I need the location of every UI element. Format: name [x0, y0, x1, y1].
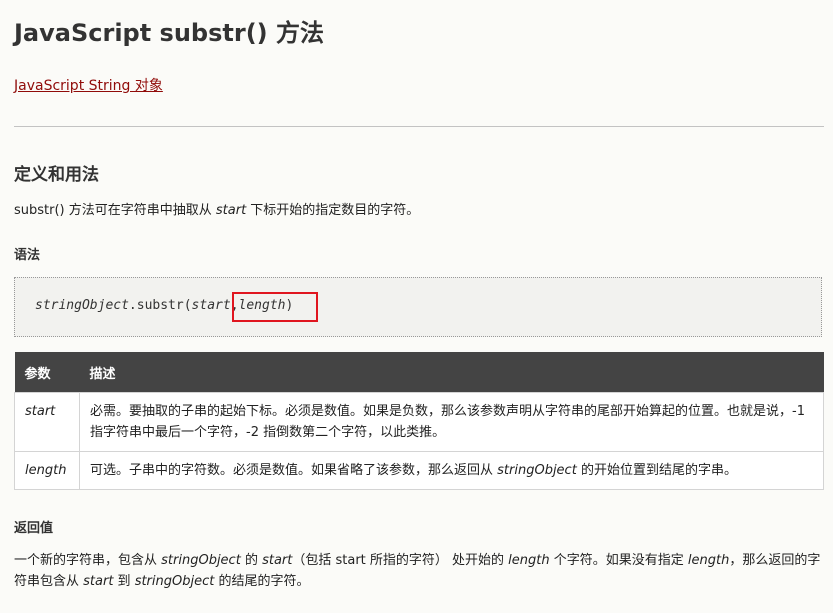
- table-row: length 可选。子串中的字符数。必须是数值。如果省略了该参数，那么返回从 s…: [14, 451, 824, 490]
- definition-heading: 定义和用法: [14, 165, 99, 185]
- ret-start: start: [262, 553, 293, 568]
- desc-part: 可选。子串中的字符数。必须是数值。如果省略了该参数，那么返回从: [90, 463, 498, 478]
- param-length-desc: 可选。子串中的字符数。必须是数值。如果省略了该参数，那么返回从 stringOb…: [79, 451, 824, 490]
- desc-part: 的开始位置到结尾的字串。: [576, 463, 737, 478]
- syntax-heading: 语法: [14, 248, 41, 263]
- param-start: start: [14, 392, 80, 452]
- code-object: stringObject: [35, 298, 129, 313]
- ret-object: stringObject: [134, 574, 215, 589]
- params-table: 参数 描述 start 必需。要抽取的子串的起始下标。必须是数值。如果是负数，那…: [14, 352, 824, 490]
- table-header-row: 参数 描述: [14, 352, 824, 393]
- ret-part: 到: [113, 574, 135, 589]
- return-heading: 返回值: [14, 521, 54, 536]
- syntax-code-box: stringObject.substr(start,length): [14, 277, 822, 337]
- ret-length: length: [687, 553, 730, 568]
- ret-object: stringObject: [161, 553, 241, 568]
- ret-start: start: [83, 574, 114, 589]
- definition-text-part: 下标开始的指定数目的字符。: [246, 203, 420, 218]
- definition-text-part: substr() 方法可在字符串中抽取从: [14, 203, 216, 218]
- page-title: JavaScript substr() 方法: [14, 19, 324, 47]
- ret-part: 的结尾的字符。: [214, 574, 310, 589]
- ret-length: length: [508, 553, 550, 568]
- header-param: 参数: [14, 352, 80, 393]
- ret-part: 一个新的字符串，包含从: [14, 553, 162, 568]
- header-desc: 描述: [79, 352, 824, 393]
- code-param-start: start: [191, 298, 231, 313]
- param-length: length: [14, 451, 80, 490]
- ret-part: 的: [240, 553, 263, 568]
- string-object-link[interactable]: JavaScript String 对象: [14, 75, 163, 95]
- desc-part-object: stringObject: [497, 463, 577, 478]
- table-row: start 必需。要抽取的子串的起始下标。必须是数值。如果是负数，那么该参数声明…: [14, 392, 824, 452]
- code-method: .substr(: [128, 298, 192, 313]
- definition-text-param: start: [215, 203, 247, 218]
- ret-part: （包括 start 所指的字符） 处开始的: [292, 553, 509, 568]
- ret-part: 个字符。如果没有指定: [549, 553, 688, 568]
- definition-text: substr() 方法可在字符串中抽取从 start 下标开始的指定数目的字符。: [14, 199, 419, 218]
- param-start-desc: 必需。要抽取的子串的起始下标。必须是数值。如果是负数，那么该参数声明从字符串的尾…: [79, 392, 824, 452]
- highlight-box: [232, 292, 318, 322]
- divider: [14, 126, 824, 127]
- return-text: 一个新的字符串，包含从 stringObject 的 start（包括 star…: [14, 550, 826, 592]
